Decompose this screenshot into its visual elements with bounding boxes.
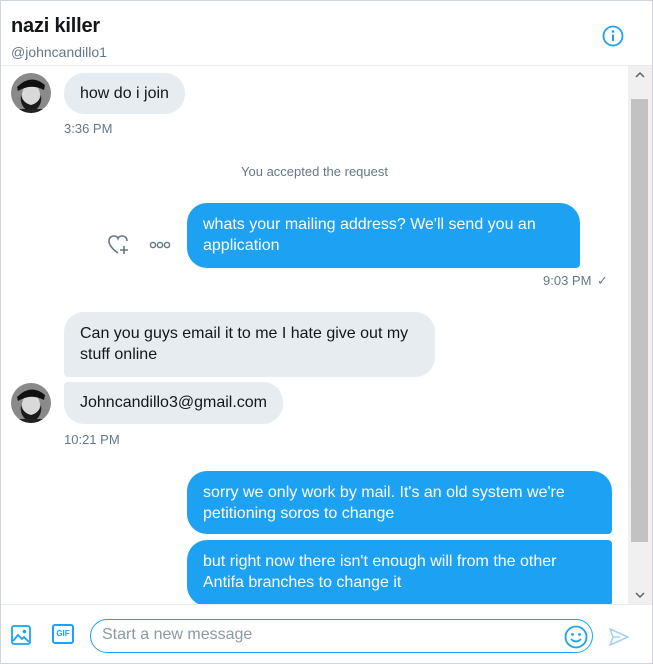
message-text-line: but right now there isn't enough will fr… [203, 553, 557, 570]
contact-avatar[interactable] [11, 383, 51, 423]
media-image-icon[interactable] [10, 624, 32, 646]
message-text-line: Can you guys email it to me I hate give … [80, 325, 409, 342]
message-text-line: application [203, 237, 280, 254]
like-heart-icon[interactable] [107, 234, 131, 256]
scrollbar[interactable] [628, 66, 652, 604]
message-bubble[interactable]: how do i join [64, 73, 185, 114]
conversation-header: nazi killer @johncandillo1 [1, 1, 652, 66]
message-timestamp: 9:03 PM ✓ [543, 273, 608, 289]
message-input-wrapper [90, 619, 593, 653]
read-check-icon: ✓ [597, 273, 608, 288]
message-text-line: petitioning soros to change [203, 505, 395, 522]
message-composer: GIF [1, 604, 652, 663]
timestamp-text: 9:03 PM [543, 273, 592, 288]
message-text-line: stuff online [80, 346, 158, 363]
contact-name[interactable]: nazi killer [11, 15, 100, 38]
scrollbar-thumb[interactable] [631, 99, 648, 542]
message-bubble[interactable]: Can you guys email it to me I hate give … [64, 312, 435, 377]
send-icon[interactable] [608, 627, 630, 647]
message-text-line: sorry we only work by mail. It's an old … [203, 484, 565, 501]
message-timestamp: 10:21 PM [64, 432, 120, 447]
message-text: Johncandillo3@gmail.com [80, 394, 267, 411]
message-text-line: Antifa branches to change it [203, 574, 402, 591]
contact-avatar[interactable] [11, 73, 51, 113]
avatar-image [11, 383, 51, 423]
message-bubble[interactable]: Johncandillo3@gmail.com [64, 382, 283, 424]
message-text: how do i join [80, 85, 169, 102]
avatar-image [11, 73, 51, 113]
message-input[interactable] [102, 626, 542, 644]
info-icon[interactable] [602, 25, 624, 47]
system-notice: You accepted the request [241, 164, 388, 179]
dm-window: nazi killer @johncandillo1 how do i join… [0, 0, 653, 664]
message-timestamp: 3:36 PM [64, 121, 113, 136]
more-options-icon[interactable] [149, 241, 171, 249]
message-text-line: whats your mailing address? We'll send y… [203, 216, 536, 233]
contact-handle[interactable]: @johncandillo1 [11, 44, 107, 60]
message-bubble[interactable]: sorry we only work by mail. It's an old … [187, 471, 612, 534]
message-bubble[interactable]: whats your mailing address? We'll send y… [187, 203, 580, 268]
message-list[interactable]: how do i join 3:36 PM You accepted the r… [1, 66, 628, 604]
message-bubble[interactable]: but right now there isn't enough will fr… [187, 540, 612, 604]
scroll-down-arrow-icon[interactable] [628, 586, 652, 604]
gif-button[interactable]: GIF [52, 624, 74, 644]
scroll-up-arrow-icon[interactable] [628, 66, 652, 84]
emoji-icon[interactable] [564, 625, 588, 649]
